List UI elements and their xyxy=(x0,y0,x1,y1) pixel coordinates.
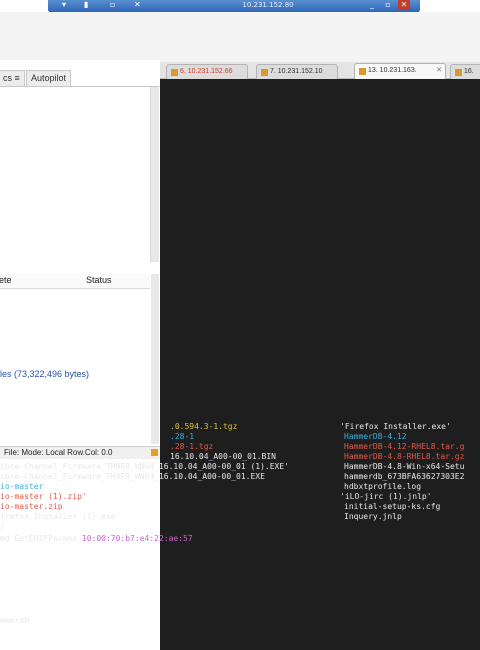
terminal-line: .28-1.tgz xyxy=(170,442,214,451)
terminal-line: 16.10.04_A00-00_01.BIN xyxy=(170,452,276,461)
terminal-line: HammerDB-4.12-RHEL8.tar.g xyxy=(344,442,465,451)
warning-icon xyxy=(151,449,158,456)
terminal-line: Inquery.jnlp xyxy=(344,512,402,521)
disconnect-icon[interactable]: ✕ xyxy=(134,0,141,10)
signal-icon: ▮ xyxy=(84,0,89,9)
terminal-line: 'iLO-jirc (1).jnlp' xyxy=(340,492,432,501)
session-tab-strip: 6. 10.231.152.66 7. 10.231.152.10 13. 10… xyxy=(160,62,480,79)
terminal-line: ibre-Channel_Firmware_TH9R9_WN64_16.10.0… xyxy=(0,472,265,481)
close-tab-icon[interactable]: ✕ xyxy=(436,64,442,78)
file-transfer-pane: cs ≡ Autopilot ete Status les (73,322,49… xyxy=(0,12,160,650)
terminal-line: irefox Installer (1).exe' xyxy=(0,512,121,521)
terminal-line: initial-setup-ks.cfg xyxy=(344,502,441,511)
column-complete[interactable]: ete xyxy=(0,275,12,285)
terminal-line: hdbxtprofile.log xyxy=(344,482,422,491)
terminal-line: HammerDB-4.12 xyxy=(344,432,407,441)
terminal-icon xyxy=(359,67,366,75)
vertical-scrollbar[interactable] xyxy=(151,87,159,262)
status-text: File: Mode: Local Row.Col: 0.0 xyxy=(4,448,113,457)
terminal-output[interactable]: .0.594.3-1.tgz .28-1 .28-1.tgz 16.10.04_… xyxy=(0,79,480,650)
terminal-line: io-master (1).zip' xyxy=(0,492,87,501)
terminal-icon xyxy=(455,68,462,76)
terminal-line: mmerdb xyxy=(0,616,29,625)
terminal-line: 'Firefox Installer.exe' xyxy=(340,422,451,431)
status-bar: File: Mode: Local Row.Col: 0.0 xyxy=(0,446,160,459)
session-tab[interactable]: 16. xyxy=(450,64,480,79)
terminal-line: HammerDB-4.8-Win-x64-Setu xyxy=(344,462,465,471)
transfer-list xyxy=(0,289,150,349)
terminal-icon xyxy=(261,68,268,76)
terminal-line: .28-1 xyxy=(170,432,195,441)
column-status[interactable]: Status xyxy=(86,275,112,285)
remote-host-ip: 10.231.152.80 xyxy=(242,1,294,9)
command-argument: 10:00:70:b7:e4:22:ae:57 xyxy=(81,534,193,543)
lock-icon: ▫ xyxy=(110,0,116,9)
session-tab-active[interactable]: 13. 10.231.163. ✕ xyxy=(354,63,446,79)
terminal-line: HammerDB-4.8-RHEL8.tar.gz xyxy=(344,452,465,461)
terminal-line: io-master.zip xyxy=(0,502,63,511)
pane-tab-strip: cs ≡ Autopilot xyxy=(0,70,160,87)
terminal-line: io-master xyxy=(0,482,44,491)
pane-toolbar-area xyxy=(0,12,160,60)
minimize-button[interactable]: _ xyxy=(366,0,378,10)
terminal-line: .0.594.3-1.tgz xyxy=(170,422,238,431)
terminal-header-area xyxy=(160,12,480,62)
terminal-line: / xyxy=(0,522,5,531)
command-text: md GetEDIFParams xyxy=(0,534,82,543)
terminal-line: hammerdb_673BFA63627303E2 xyxy=(344,472,465,481)
column-header: ete Status xyxy=(0,274,150,289)
tab-statistics[interactable]: cs ≡ xyxy=(0,70,25,86)
close-button[interactable]: ✕ xyxy=(398,0,410,10)
terminal-line: ibre-Channel_Firmware_TH9R9_WN64_16.10.0… xyxy=(0,462,289,471)
terminal-icon xyxy=(171,68,178,76)
restore-button[interactable]: ▫ xyxy=(382,0,394,10)
pin-icon[interactable]: ▾ xyxy=(62,0,66,10)
session-tab[interactable]: 7. 10.231.152.10 xyxy=(256,64,338,79)
tab-autopilot[interactable]: Autopilot xyxy=(26,70,72,86)
session-tab[interactable]: 6. 10.231.152.66 xyxy=(166,64,248,79)
vertical-scrollbar[interactable] xyxy=(151,274,159,444)
transfer-queue-panel xyxy=(0,87,151,262)
command-line: md GetEDIFParams 10:00:70:b7:e4:22:ae:57 xyxy=(0,534,193,544)
transfer-summary: les (73,322,496 bytes) xyxy=(0,369,90,379)
